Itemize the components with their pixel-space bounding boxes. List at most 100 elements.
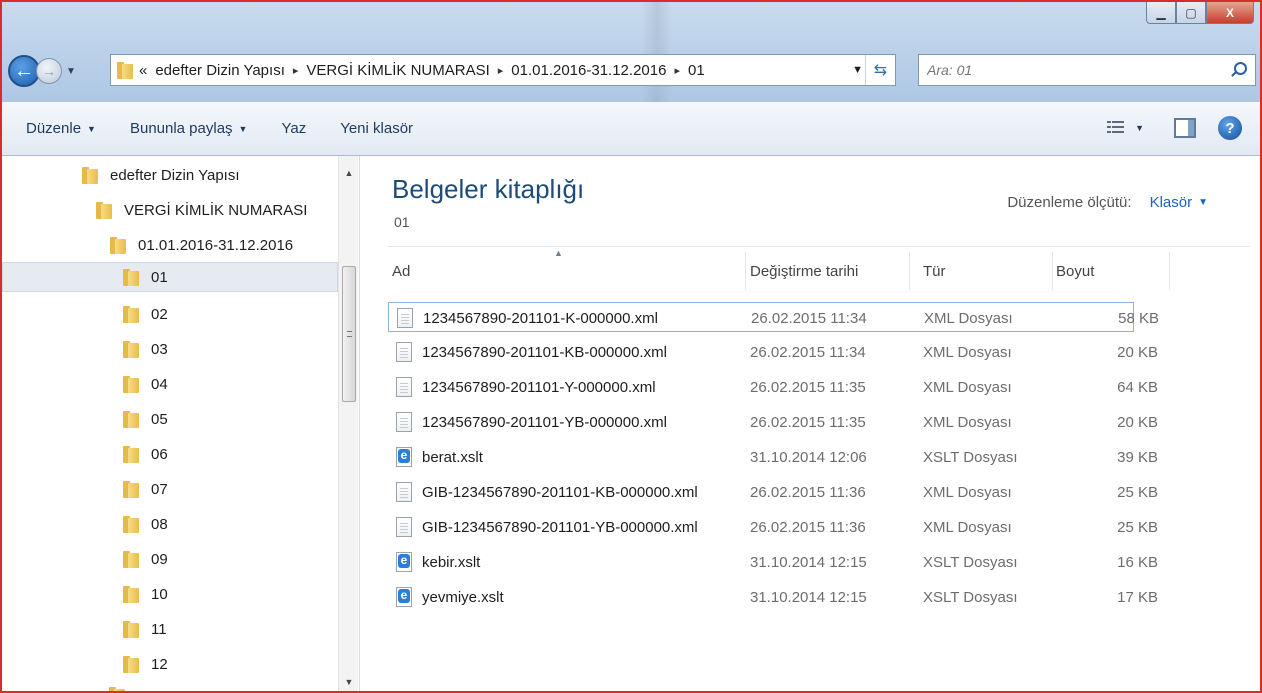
file-row[interactable]: 1234567890-201101-K-000000.xml 26.02.201… <box>388 302 1159 333</box>
search-input[interactable] <box>927 62 1217 78</box>
file-name: 1234567890-201101-YB-000000.xml <box>422 413 667 431</box>
scroll-down-icon[interactable]: ▼ <box>339 673 359 691</box>
tree-item-07[interactable]: 07 <box>123 474 168 504</box>
organize-label: Düzenle <box>26 120 82 137</box>
column-header-type[interactable]: Tür <box>923 252 1053 290</box>
file-row[interactable]: berat.xslt 31.10.2014 12:06 XSLT Dosyası… <box>388 442 1158 472</box>
tree-item-10[interactable]: 10 <box>123 579 168 609</box>
breadcrumb-item[interactable]: 01.01.2016-31.12.2016 <box>511 62 666 79</box>
burn-button[interactable]: Yaz <box>281 120 306 137</box>
tree-item-edefter[interactable]: edefter Dizin Yapısı <box>82 160 240 190</box>
tree-item-period[interactable]: 01.01.2016-31.12.2016 <box>110 230 293 260</box>
file-type: XML Dosyası <box>923 483 1012 501</box>
file-row[interactable]: 1234567890-201101-YB-000000.xml 26.02.20… <box>388 407 1158 437</box>
scrollbar-thumb[interactable] <box>342 266 356 402</box>
file-size: 39 KB <box>1117 448 1158 466</box>
file-size: 20 KB <box>1117 343 1158 361</box>
new-folder-button[interactable]: Yeni klasör <box>340 120 413 137</box>
tree-item-01[interactable]: 01 <box>2 262 338 292</box>
nav-scrollbar[interactable]: ▲ ▼ <box>338 156 359 691</box>
tree-item-02[interactable]: 02 <box>123 299 168 329</box>
share-with-label: Bununla paylaş <box>129 120 233 137</box>
tree-item-04[interactable]: 04 <box>123 369 168 399</box>
arrow-right-icon: → <box>42 63 56 79</box>
breadcrumb-item[interactable]: VERGİ KİMLİK NUMARASI <box>306 62 489 79</box>
view-dropdown-icon[interactable]: ▼ <box>1135 123 1144 133</box>
column-header-name[interactable]: Ad <box>392 252 746 290</box>
breadcrumb-overflow[interactable]: « <box>139 62 147 79</box>
address-bar[interactable]: « edefter Dizin Yapısı ▸ VERGİ KİMLİK NU… <box>110 54 896 86</box>
xslt-ie-icon <box>396 552 412 572</box>
file-date: 26.02.2015 11:35 <box>750 413 866 431</box>
recent-pages-dropdown-icon[interactable]: ▼ <box>66 66 76 77</box>
file-row[interactable]: yevmiye.xslt 31.10.2014 12:15 XSLT Dosya… <box>388 582 1158 612</box>
file-name: GIB-1234567890-201101-KB-000000.xml <box>422 483 698 501</box>
tree-item-08[interactable]: 08 <box>123 509 168 539</box>
search-icon[interactable] <box>1234 62 1247 75</box>
close-button[interactable]: X <box>1206 2 1254 24</box>
tree-item-label: VERGİ KİMLİK NUMARASI <box>124 201 308 219</box>
folder-icon <box>123 305 139 323</box>
share-with-button[interactable]: Bununla paylaş ▼ <box>130 120 248 137</box>
tree-item-11[interactable]: 11 <box>123 614 167 644</box>
folder-icon <box>123 375 139 393</box>
file-row[interactable]: kebir.xslt 31.10.2014 12:15 XSLT Dosyası… <box>388 547 1158 577</box>
breadcrumb-item[interactable]: 01 <box>688 62 705 79</box>
arrange-by-value[interactable]: Klasör <box>1150 194 1193 211</box>
file-date: 26.02.2015 11:35 <box>750 378 866 396</box>
file-date: 31.10.2014 12:15 <box>750 588 867 606</box>
tree-item-label: 08 <box>151 515 168 533</box>
file-type: XSLT Dosyası <box>923 448 1018 466</box>
forward-button[interactable]: → <box>36 58 62 84</box>
tree-item-label: 10 <box>151 585 168 603</box>
organize-button[interactable]: Düzenle ▼ <box>26 120 96 137</box>
address-dropdown-icon[interactable]: ▼ <box>852 64 863 76</box>
file-name-cell: kebir.xslt <box>396 547 480 577</box>
preview-pane-icon[interactable] <box>1174 118 1196 138</box>
breadcrumb-item[interactable]: edefter Dizin Yapısı <box>155 62 285 79</box>
view-options-icon[interactable] <box>1107 121 1125 135</box>
file-date: 26.02.2015 11:34 <box>750 343 866 361</box>
file-name: berat.xslt <box>422 448 483 466</box>
search-box[interactable] <box>918 54 1256 86</box>
tree-item-label: 09 <box>151 550 168 568</box>
minimize-button[interactable]: ▁ <box>1146 2 1176 24</box>
title-bar: ▁ ▢ X ← → ▼ « edefter Dizin Yapısı ▸ VER… <box>2 2 1260 102</box>
breadcrumb-separator-icon[interactable]: ▸ <box>674 64 680 77</box>
scroll-up-icon[interactable]: ▲ <box>339 164 359 182</box>
breadcrumb-separator-icon[interactable]: ▸ <box>498 64 504 77</box>
tree-item-06[interactable]: 06 <box>123 439 168 469</box>
help-icon[interactable]: ? <box>1218 116 1242 140</box>
file-name-cell: 1234567890-201101-YB-000000.xml <box>396 407 667 437</box>
tree-item-05[interactable]: 05 <box>123 404 168 434</box>
folder-icon <box>110 236 126 254</box>
arrange-by-label: Düzenleme ölçütü: <box>1007 194 1132 211</box>
column-header-date[interactable]: Değiştirme tarihi <box>750 252 910 290</box>
tree-item-label: 04 <box>151 375 168 393</box>
xslt-ie-icon <box>396 447 412 467</box>
file-date: 26.02.2015 11:34 <box>751 309 867 327</box>
file-row[interactable]: GIB-1234567890-201101-KB-000000.xml 26.0… <box>388 477 1158 507</box>
file-row[interactable]: 1234567890-201101-KB-000000.xml 26.02.20… <box>388 337 1158 367</box>
file-row[interactable]: GIB-1234567890-201101-YB-000000.xml 26.0… <box>388 512 1158 542</box>
tree-item-12[interactable]: 12 <box>123 649 168 679</box>
file-size: 17 KB <box>1117 588 1158 606</box>
xml-doc-icon <box>396 377 412 397</box>
tree-item-09[interactable]: 09 <box>123 544 168 574</box>
tree-item-03[interactable]: 03 <box>123 334 168 364</box>
file-name-cell: GIB-1234567890-201101-YB-000000.xml <box>396 512 698 542</box>
file-name: 1234567890-201101-K-000000.xml <box>423 309 658 327</box>
breadcrumb-separator-icon[interactable]: ▸ <box>293 64 299 77</box>
command-bar: Düzenle ▼ Bununla paylaş ▼ Yaz Yeni klas… <box>2 102 1260 156</box>
folder-icon <box>123 445 139 463</box>
column-header-size[interactable]: Boyut <box>1056 252 1170 290</box>
maximize-button[interactable]: ▢ <box>1176 2 1206 24</box>
tree-item-vkn[interactable]: VERGİ KİMLİK NUMARASI <box>96 195 307 225</box>
chevron-down-icon[interactable]: ▼ <box>1198 197 1208 208</box>
file-size: 64 KB <box>1117 378 1158 396</box>
file-row[interactable]: 1234567890-201101-Y-000000.xml 26.02.201… <box>388 372 1158 402</box>
new-folder-label: Yeni klasör <box>340 120 414 137</box>
file-type: XML Dosyası <box>923 413 1012 431</box>
refresh-icon[interactable]: ⇆ <box>865 55 895 85</box>
file-name-cell: 1234567890-201101-K-000000.xml <box>397 303 658 333</box>
